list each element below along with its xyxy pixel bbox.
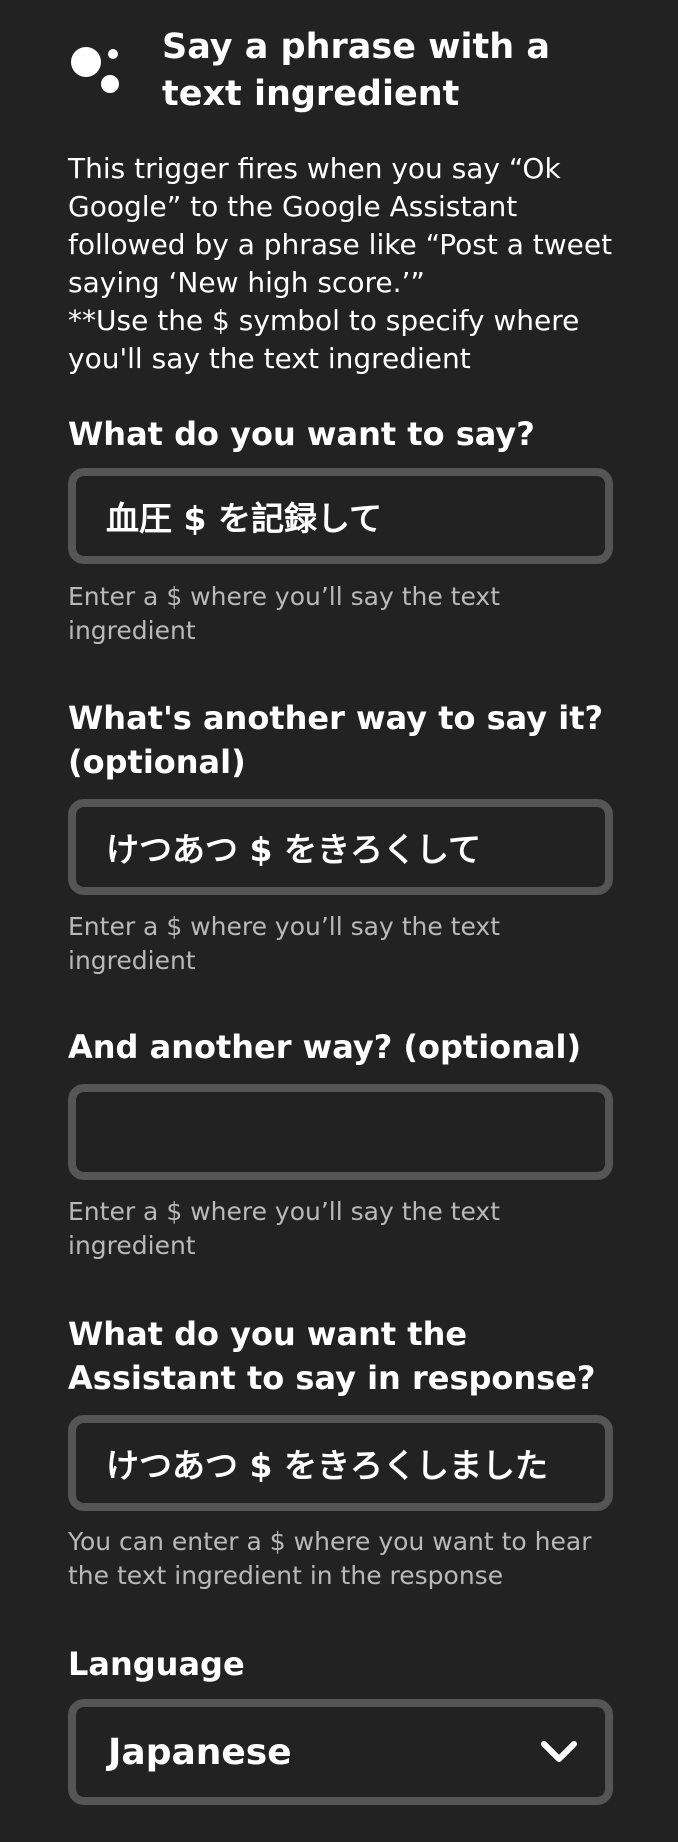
language-label: Language bbox=[68, 1645, 245, 1683]
response-hint: You can enter a $ where you want to hear… bbox=[68, 1527, 592, 1590]
trigger-config-page: Say a phrase with a text ingredient This… bbox=[68, 0, 613, 1805]
another-phrase-label: And another way? (optional) bbox=[68, 1028, 582, 1066]
phrase-label: What do you want to say? bbox=[68, 415, 535, 453]
phrase-hint: Enter a $ where you’ll say the text ingr… bbox=[68, 582, 501, 645]
alt-phrase-hint: Enter a $ where you’ll say the text ingr… bbox=[68, 912, 501, 975]
another-phrase-hint: Enter a $ where you’ll say the text ingr… bbox=[68, 1197, 501, 1260]
header: Say a phrase with a text ingredient bbox=[68, 0, 613, 140]
phrase-input[interactable]: 血圧 $ を記録して bbox=[68, 468, 613, 564]
trigger-description: This trigger fires when you say “Ok Goog… bbox=[68, 152, 613, 375]
response-label: What do you want the Assistant to say in… bbox=[68, 1315, 596, 1397]
chevron-down-icon bbox=[541, 1741, 577, 1762]
alt-phrase-label: What's another way to say it? (optional) bbox=[68, 699, 604, 781]
language-select[interactable]: Japanese bbox=[68, 1699, 613, 1805]
response-input[interactable]: けつあつ $ をきろくしました bbox=[68, 1415, 613, 1511]
google-assistant-dots-icon bbox=[71, 47, 119, 93]
another-phrase-input[interactable] bbox=[68, 1084, 613, 1180]
page-title: Say a phrase with a text ingredient bbox=[162, 27, 550, 114]
alt-phrase-input[interactable]: けつあつ $ をきろくして bbox=[68, 799, 613, 895]
language-selected-value: Japanese bbox=[108, 1731, 292, 1773]
